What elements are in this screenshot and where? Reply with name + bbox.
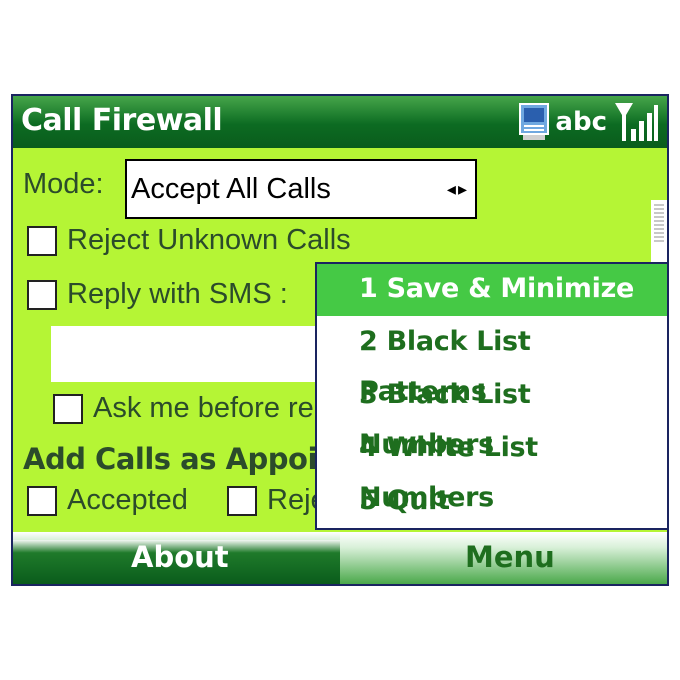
app-title: Call Firewall xyxy=(21,103,223,138)
left-right-arrows-icon: ◂▸ xyxy=(446,179,469,200)
menu-item-white-list-numbers[interactable]: 4 White List Numbers xyxy=(317,423,667,513)
mode-value: Accept All Calls xyxy=(131,173,331,205)
reply-sms-checkbox[interactable] xyxy=(27,280,57,310)
softkey-bar: About Menu xyxy=(13,532,667,584)
mode-select[interactable]: Accept All Calls ◂▸ xyxy=(125,159,477,219)
accepted-label: Accepted xyxy=(67,484,188,516)
appointments-heading: Add Calls as Appointr xyxy=(23,442,365,476)
device-icon xyxy=(519,103,550,141)
title-bar: Call Firewall abc xyxy=(13,96,667,148)
signal-strength-icon xyxy=(613,101,659,143)
menu-item-black-list-patterns[interactable]: 2 Black List Patterns xyxy=(317,317,667,407)
phone-screen: Call Firewall abc Mode: Accept All Calls… xyxy=(11,94,669,586)
status-icons: abc xyxy=(519,101,659,143)
popup-menu: 1 Save & Minimize 2 Black List Patterns … xyxy=(315,262,667,530)
about-softkey[interactable]: About xyxy=(131,540,229,574)
scroll-thumb[interactable] xyxy=(654,204,664,244)
input-mode-indicator: abc xyxy=(555,107,607,137)
rejected-checkbox[interactable] xyxy=(227,486,257,516)
sms-text-input[interactable] xyxy=(51,326,351,382)
mode-label: Mode: xyxy=(23,168,104,200)
ask-me-label: Ask me before rep xyxy=(93,392,330,424)
ask-me-checkbox[interactable] xyxy=(53,394,83,424)
menu-item-save-minimize[interactable]: 1 Save & Minimize xyxy=(317,264,667,316)
reply-sms-label: Reply with SMS : xyxy=(67,278,288,310)
reject-unknown-checkbox[interactable] xyxy=(27,226,57,256)
accepted-checkbox[interactable] xyxy=(27,486,57,516)
menu-item-quit[interactable]: 5 Quit xyxy=(317,476,667,528)
reject-unknown-label: Reject Unknown Calls xyxy=(67,224,351,256)
menu-item-black-list-numbers[interactable]: 3 Black List Numbers xyxy=(317,370,667,460)
menu-softkey[interactable]: Menu xyxy=(465,540,555,574)
